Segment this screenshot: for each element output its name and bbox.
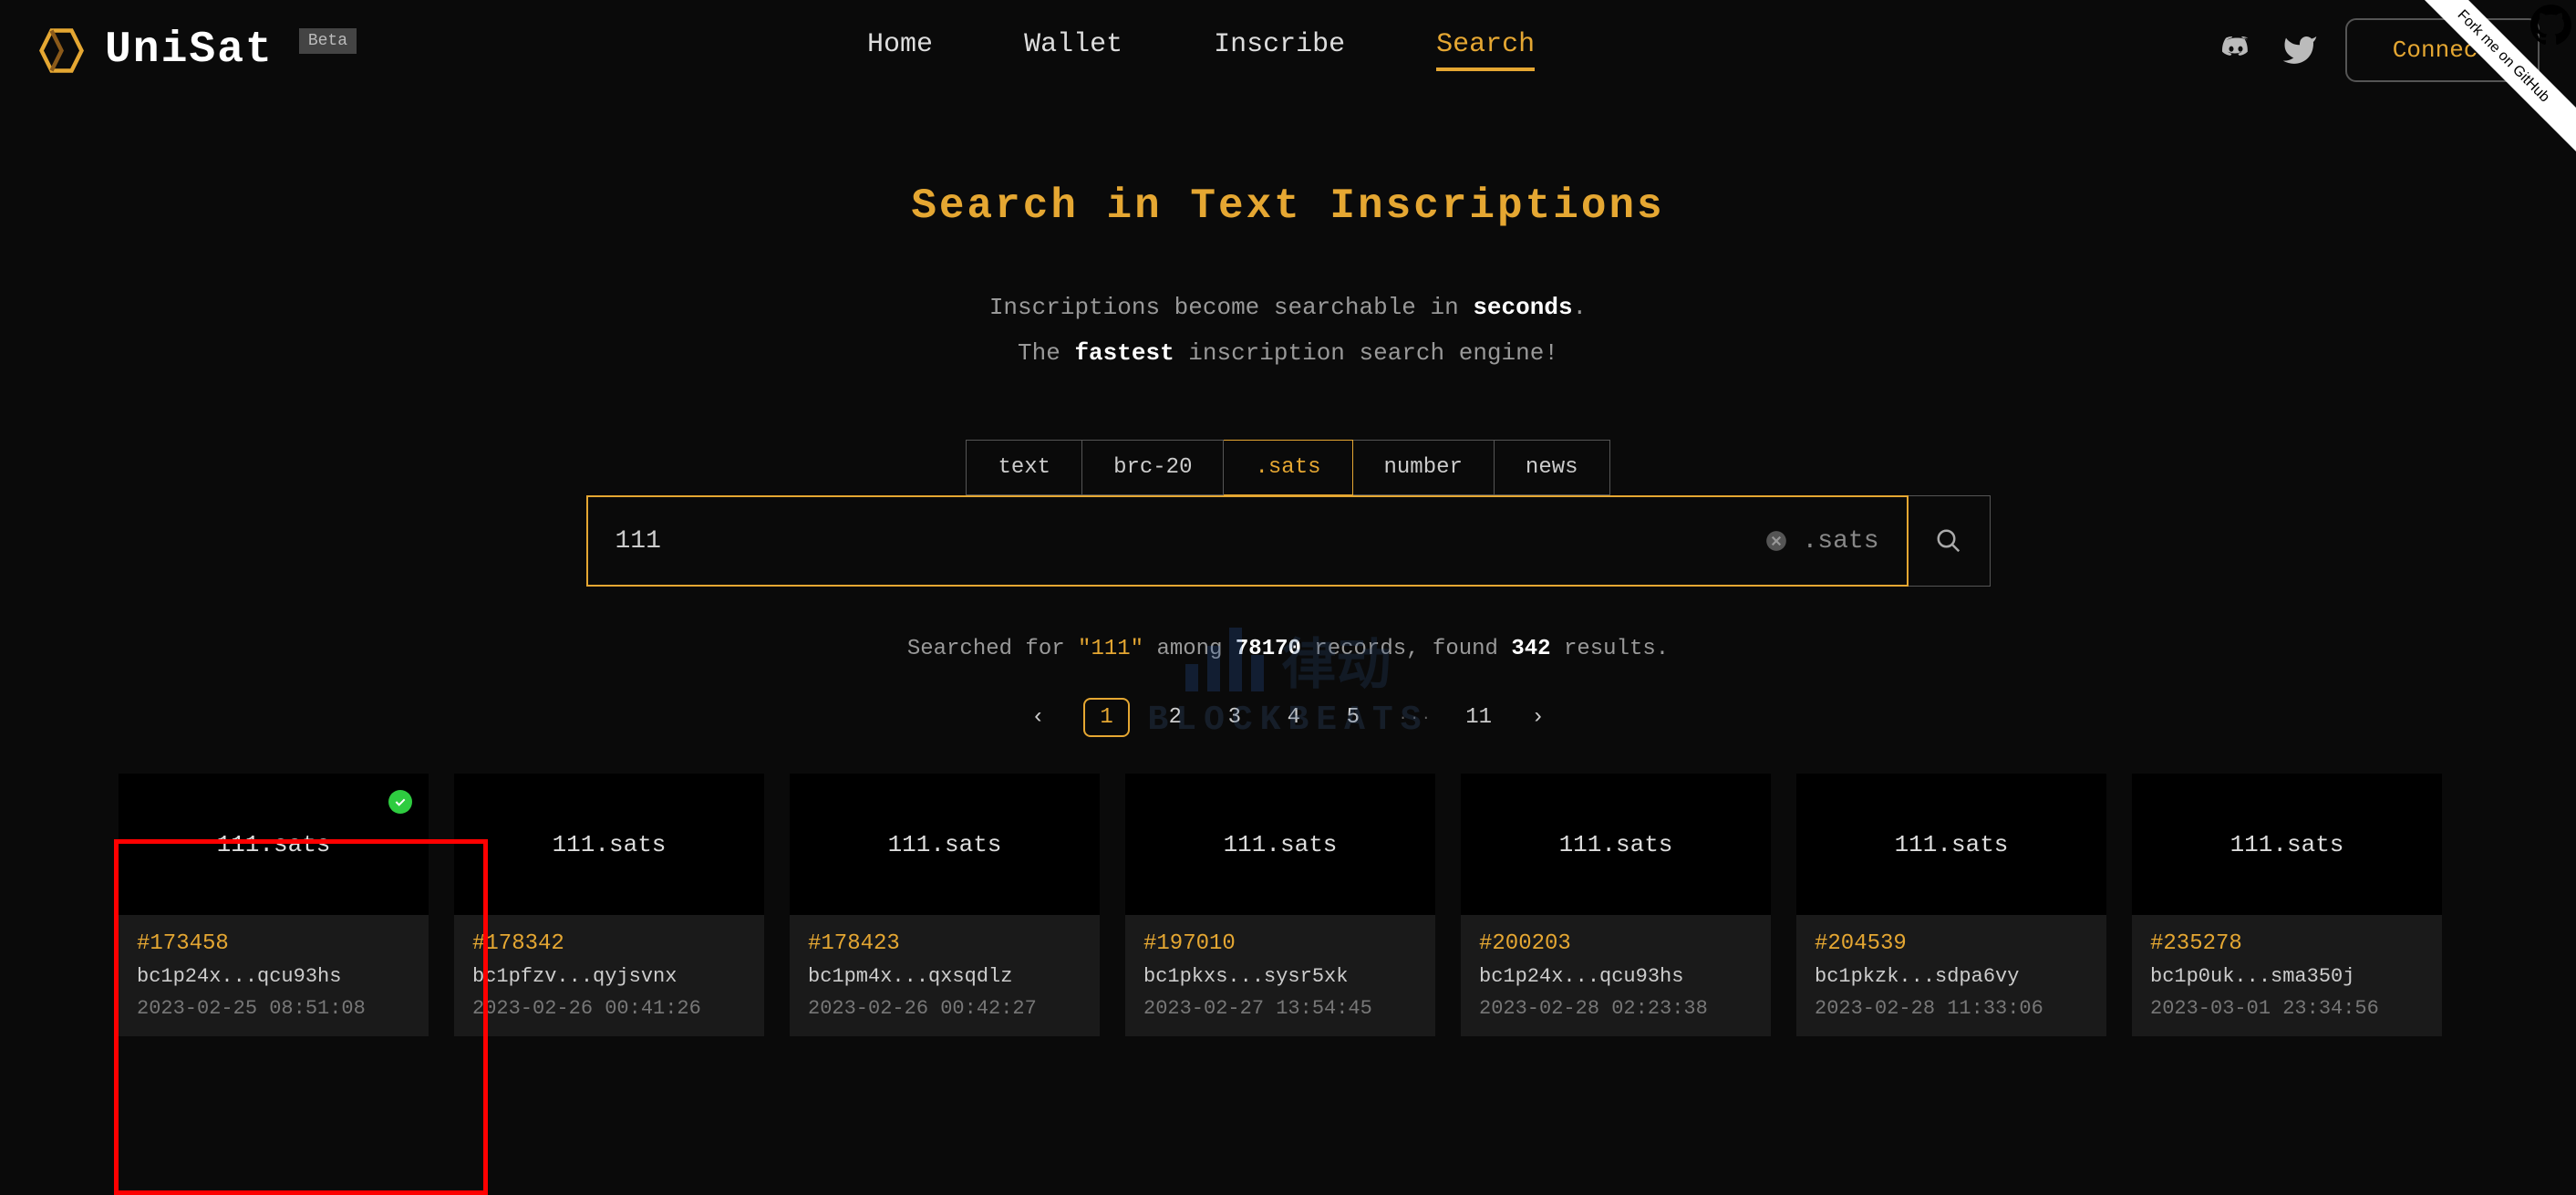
subtitle-1: Inscriptions become searchable in second… (0, 294, 2576, 321)
card-address: bc1pm4x...qxsqdlz (808, 965, 1081, 988)
card-inscription-id: #204539 (1815, 931, 2088, 956)
card-address: bc1pkxs...sysr5xk (1143, 965, 1417, 988)
card-inscription-id: #197010 (1143, 931, 1417, 956)
page-2[interactable]: 2 (1162, 705, 1189, 730)
nav-inscribe[interactable]: Inscribe (1214, 29, 1345, 71)
logo-icon (36, 26, 87, 76)
search-tabs: textbrc-20.satsnumbernews (0, 440, 2576, 495)
tab-number[interactable]: number (1353, 440, 1495, 495)
search-input[interactable] (616, 527, 1765, 556)
github-ribbon[interactable]: Fork me on GitHub (2394, 0, 2576, 182)
clear-icon[interactable] (1764, 529, 1788, 553)
result-card[interactable]: 111.sats #200203 bc1p24x...qcu93hs 2023-… (1461, 774, 1771, 1036)
search-icon (1935, 527, 1962, 555)
discord-icon[interactable] (2218, 32, 2254, 68)
card-preview: 111.sats (1125, 774, 1435, 915)
card-address: bc1p24x...qcu93hs (137, 965, 410, 988)
pagination: ‹ 1 2 3 4 5 ··· 11 › (0, 698, 2576, 737)
verified-icon (388, 790, 412, 814)
nav: Home Wallet Inscribe Search (867, 29, 1535, 71)
result-card[interactable]: 111.sats #178423 bc1pm4x...qxsqdlz 2023-… (790, 774, 1100, 1036)
page-prev[interactable]: ‹ (1024, 705, 1051, 730)
card-address: bc1pfzv...qyjsvnx (472, 965, 746, 988)
card-address: bc1p24x...qcu93hs (1479, 965, 1753, 988)
nav-home[interactable]: Home (867, 29, 933, 71)
card-body: #178342 bc1pfzv...qyjsvnx 2023-02-26 00:… (454, 915, 764, 1036)
page-title: Search in Text Inscriptions (0, 182, 2576, 230)
card-preview: 111.sats (1796, 774, 2106, 915)
card-name: 111.sats (1559, 831, 1673, 858)
nav-search[interactable]: Search (1436, 29, 1535, 71)
main: Search in Text Inscriptions Inscriptions… (0, 100, 2576, 1036)
card-inscription-id: #173458 (137, 931, 410, 956)
result-card[interactable]: 111.sats #197010 bc1pkxs...sysr5xk 2023-… (1125, 774, 1435, 1036)
card-name: 111.sats (1895, 831, 2009, 858)
card-inscription-id: #235278 (2150, 931, 2424, 956)
card-body: #204539 bc1pkzk...sdpa6vy 2023-02-28 11:… (1796, 915, 2106, 1036)
github-icon (2530, 5, 2571, 46)
twitter-icon[interactable] (2281, 32, 2318, 68)
card-body: #200203 bc1p24x...qcu93hs 2023-02-28 02:… (1461, 915, 1771, 1036)
subtitle-2: The fastest inscription search engine! (0, 339, 2576, 367)
card-date: 2023-02-26 00:41:26 (472, 997, 746, 1020)
card-preview: 111.sats (790, 774, 1100, 915)
card-preview: 111.sats (119, 774, 429, 915)
card-preview: 111.sats (2132, 774, 2442, 915)
search-box: .sats (586, 495, 1909, 587)
card-address: bc1p0uk...sma350j (2150, 965, 2424, 988)
card-date: 2023-02-25 08:51:08 (137, 997, 410, 1020)
result-card[interactable]: 111.sats #178342 bc1pfzv...qyjsvnx 2023-… (454, 774, 764, 1036)
tab-sats[interactable]: .sats (1224, 440, 1352, 495)
card-body: #178423 bc1pm4x...qxsqdlz 2023-02-26 00:… (790, 915, 1100, 1036)
card-address: bc1pkzk...sdpa6vy (1815, 965, 2088, 988)
page-1[interactable]: 1 (1083, 698, 1129, 737)
nav-wallet[interactable]: Wallet (1024, 29, 1122, 71)
card-inscription-id: #178423 (808, 931, 1081, 956)
card-date: 2023-02-27 13:54:45 (1143, 997, 1417, 1020)
card-name: 111.sats (1224, 831, 1338, 858)
tab-text[interactable]: text (966, 440, 1082, 495)
card-body: #197010 bc1pkxs...sysr5xk 2023-02-27 13:… (1125, 915, 1435, 1036)
page-5[interactable]: 5 (1340, 705, 1367, 730)
header: UniSat Beta HomeWalletInscribeSearch Con… (0, 0, 2576, 100)
tab-news[interactable]: news (1495, 440, 1610, 495)
card-name: 111.sats (888, 831, 1002, 858)
card-body: #173458 bc1p24x...qcu93hs 2023-02-25 08:… (119, 915, 429, 1036)
card-inscription-id: #200203 (1479, 931, 1753, 956)
page-11[interactable]: 11 (1465, 705, 1493, 730)
logo-text: UniSat (105, 26, 274, 75)
result-card[interactable]: 111.sats #204539 bc1pkzk...sdpa6vy 2023-… (1796, 774, 2106, 1036)
card-body: #235278 bc1p0uk...sma350j 2023-03-01 23:… (2132, 915, 2442, 1036)
card-date: 2023-02-28 02:23:38 (1479, 997, 1753, 1020)
search-row: .sats (0, 495, 2576, 587)
result-card[interactable]: 111.sats #235278 bc1p0uk...sma350j 2023-… (2132, 774, 2442, 1036)
card-name: 111.sats (2230, 831, 2344, 858)
results-summary: Searched for "111" among 78170 records, … (0, 637, 2576, 661)
search-button[interactable] (1909, 495, 1991, 587)
results-grid: 111.sats #173458 bc1p24x...qcu93hs 2023-… (0, 737, 2576, 1036)
card-preview: 111.sats (454, 774, 764, 915)
card-date: 2023-03-01 23:34:56 (2150, 997, 2424, 1020)
card-inscription-id: #178342 (472, 931, 746, 956)
card-date: 2023-02-26 00:42:27 (808, 997, 1081, 1020)
beta-badge: Beta (299, 28, 357, 54)
card-preview: 111.sats (1461, 774, 1771, 915)
tab-brc20[interactable]: brc-20 (1082, 440, 1224, 495)
page-ellipsis: ··· (1399, 710, 1433, 726)
page-4[interactable]: 4 (1280, 705, 1308, 730)
page-3[interactable]: 3 (1221, 705, 1248, 730)
result-card[interactable]: 111.sats #173458 bc1p24x...qcu93hs 2023-… (119, 774, 429, 1036)
search-suffix: .sats (1802, 527, 1878, 556)
page-next[interactable]: › (1525, 705, 1552, 730)
card-date: 2023-02-28 11:33:06 (1815, 997, 2088, 1020)
card-name: 111.sats (217, 831, 331, 858)
logo-section[interactable]: UniSat Beta (36, 26, 357, 76)
card-name: 111.sats (553, 831, 667, 858)
